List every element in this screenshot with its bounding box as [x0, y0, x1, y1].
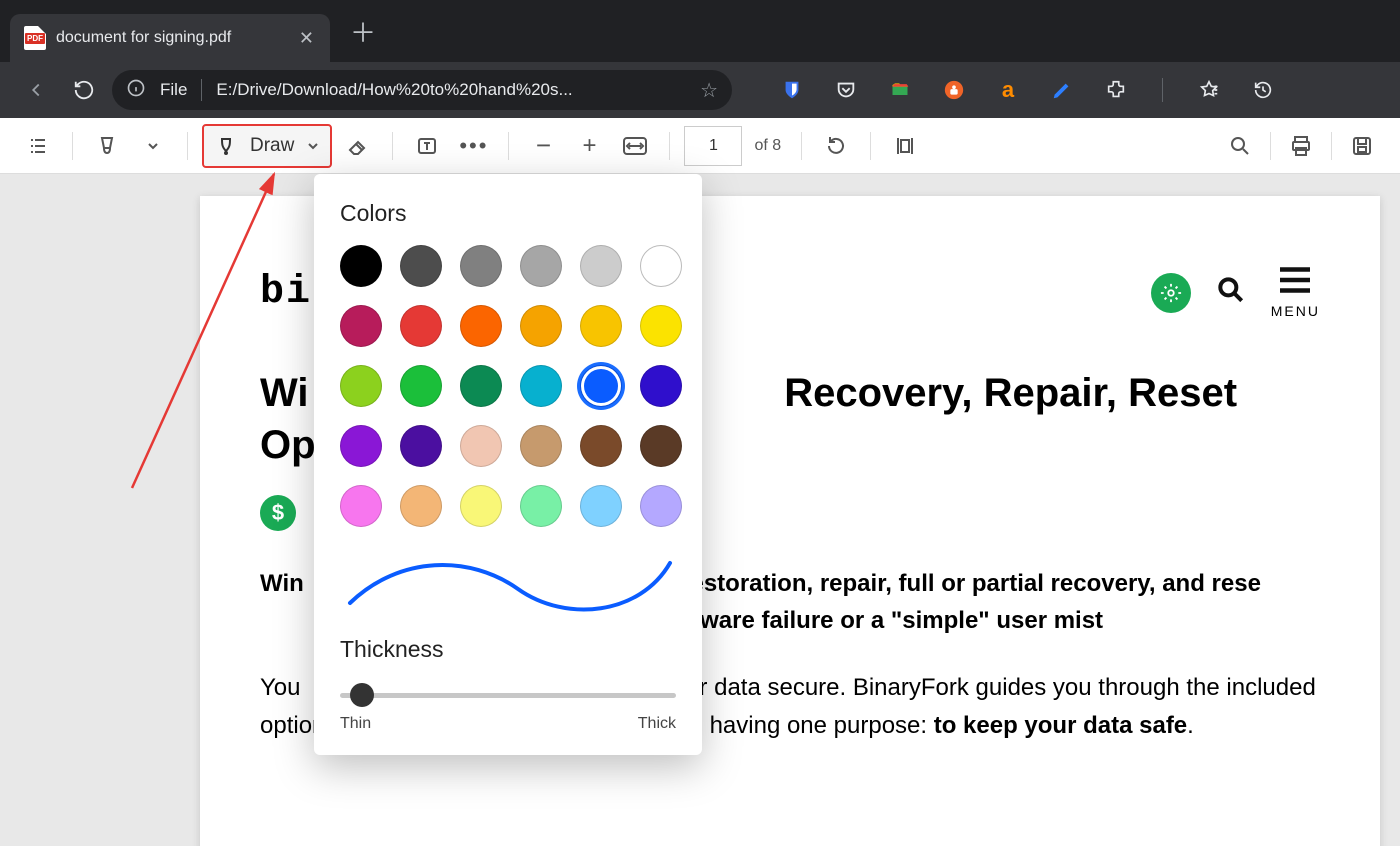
color-swatch[interactable] [580, 485, 622, 527]
ext-bitwarden-icon[interactable] [780, 78, 804, 102]
url-box[interactable]: File E:/Drive/Download/How%20to%20hand%2… [112, 70, 732, 110]
fit-width-button[interactable] [615, 126, 655, 166]
color-swatch[interactable] [580, 245, 622, 287]
site-logo: bi [260, 270, 312, 315]
divider [669, 132, 670, 160]
save-button[interactable] [1342, 126, 1382, 166]
ext-orange-shield-icon[interactable] [942, 78, 966, 102]
tab-strip: PDF document for signing.pdf ✕ ＋ [0, 0, 1400, 62]
color-swatch[interactable] [580, 305, 622, 347]
site-info-icon[interactable] [126, 78, 146, 103]
color-swatch[interactable] [460, 245, 502, 287]
thick-label: Thick [638, 715, 676, 733]
thin-label: Thin [340, 715, 371, 733]
ext-pen-icon[interactable] [1050, 78, 1074, 102]
page-number-input[interactable]: 1 [684, 126, 742, 166]
divider [201, 79, 202, 101]
color-swatch[interactable] [340, 485, 382, 527]
color-swatch[interactable] [640, 485, 682, 527]
chevron-down-icon[interactable] [306, 139, 320, 153]
divider [508, 132, 509, 160]
color-swatch[interactable] [460, 305, 502, 347]
color-swatch[interactable] [400, 485, 442, 527]
close-tab-icon[interactable]: ✕ [299, 28, 314, 49]
color-swatch[interactable] [580, 425, 622, 467]
color-swatch[interactable] [400, 365, 442, 407]
divider [1270, 132, 1271, 160]
divider [801, 132, 802, 160]
url-scheme: File [160, 80, 187, 100]
page-view-button[interactable] [885, 126, 925, 166]
color-swatch[interactable] [460, 485, 502, 527]
color-swatch[interactable] [640, 425, 682, 467]
color-swatch[interactable] [640, 245, 682, 287]
color-swatch[interactable] [580, 365, 622, 407]
zoom-out-button[interactable]: − [523, 126, 563, 166]
print-button[interactable] [1281, 126, 1321, 166]
hamburger-menu: MENU [1271, 266, 1320, 319]
history-icon[interactable] [1251, 78, 1275, 102]
divider [72, 132, 73, 160]
highlight-dropdown[interactable] [133, 126, 173, 166]
thickness-slider[interactable] [340, 681, 676, 709]
url-path: E:/Drive/Download/How%20to%20hand%20s... [216, 80, 572, 100]
color-swatch[interactable] [460, 365, 502, 407]
ext-pocket-icon[interactable] [834, 78, 858, 102]
favorite-icon[interactable]: ☆ [700, 78, 718, 103]
extensions-menu-icon[interactable] [1104, 78, 1128, 102]
divider [1162, 78, 1163, 102]
page-total: of 8 [754, 137, 781, 155]
color-swatch-grid [340, 245, 676, 527]
divider [1331, 132, 1332, 160]
thickness-heading: Thickness [340, 636, 676, 663]
favorites-icon[interactable] [1197, 78, 1221, 102]
color-swatch[interactable] [520, 425, 562, 467]
back-button[interactable] [16, 70, 56, 110]
rotate-button[interactable] [816, 126, 856, 166]
ext-a-icon[interactable]: a [996, 78, 1020, 102]
color-swatch[interactable] [340, 425, 382, 467]
color-swatch[interactable] [460, 425, 502, 467]
draw-label: Draw [250, 135, 294, 157]
highlight-tool[interactable] [87, 126, 127, 166]
draw-popover: Colors Thickness Thin Thick [314, 174, 702, 755]
color-swatch[interactable] [520, 365, 562, 407]
draw-tool-group[interactable]: Draw [202, 124, 332, 168]
pdf-toolbar: Draw ••• − + 1 of 8 [0, 118, 1400, 174]
color-swatch[interactable] [520, 305, 562, 347]
color-swatch[interactable] [340, 365, 382, 407]
zoom-in-button[interactable]: + [569, 126, 609, 166]
color-swatch[interactable] [400, 305, 442, 347]
ext-folder-icon[interactable] [888, 78, 912, 102]
extensions-tray: a [780, 78, 1275, 102]
color-swatch[interactable] [400, 245, 442, 287]
pdf-favicon: PDF [24, 26, 46, 50]
contents-button[interactable] [18, 126, 58, 166]
color-swatch[interactable] [520, 245, 562, 287]
divider [392, 132, 393, 160]
color-swatch[interactable] [340, 305, 382, 347]
tab-title: document for signing.pdf [56, 29, 231, 47]
new-tab-button[interactable]: ＋ [330, 13, 396, 62]
find-button[interactable] [1220, 126, 1260, 166]
color-swatch[interactable] [520, 485, 562, 527]
divider [187, 132, 188, 160]
color-swatch[interactable] [640, 365, 682, 407]
draw-icon [214, 134, 238, 158]
color-swatch[interactable] [340, 245, 382, 287]
add-text-tool[interactable] [407, 126, 447, 166]
colors-heading: Colors [340, 200, 676, 227]
erase-tool[interactable] [338, 126, 378, 166]
color-swatch[interactable] [400, 425, 442, 467]
reload-button[interactable] [64, 70, 104, 110]
search-icon [1215, 274, 1247, 311]
browser-tab[interactable]: PDF document for signing.pdf ✕ [10, 14, 330, 62]
stroke-preview [340, 555, 676, 613]
divider [870, 132, 871, 160]
color-swatch[interactable] [640, 305, 682, 347]
dollar-badge-icon: $ [260, 495, 296, 531]
gear-badge-icon [1151, 273, 1191, 313]
more-tools[interactable]: ••• [453, 126, 494, 166]
address-bar: File E:/Drive/Download/How%20to%20hand%2… [0, 62, 1400, 118]
